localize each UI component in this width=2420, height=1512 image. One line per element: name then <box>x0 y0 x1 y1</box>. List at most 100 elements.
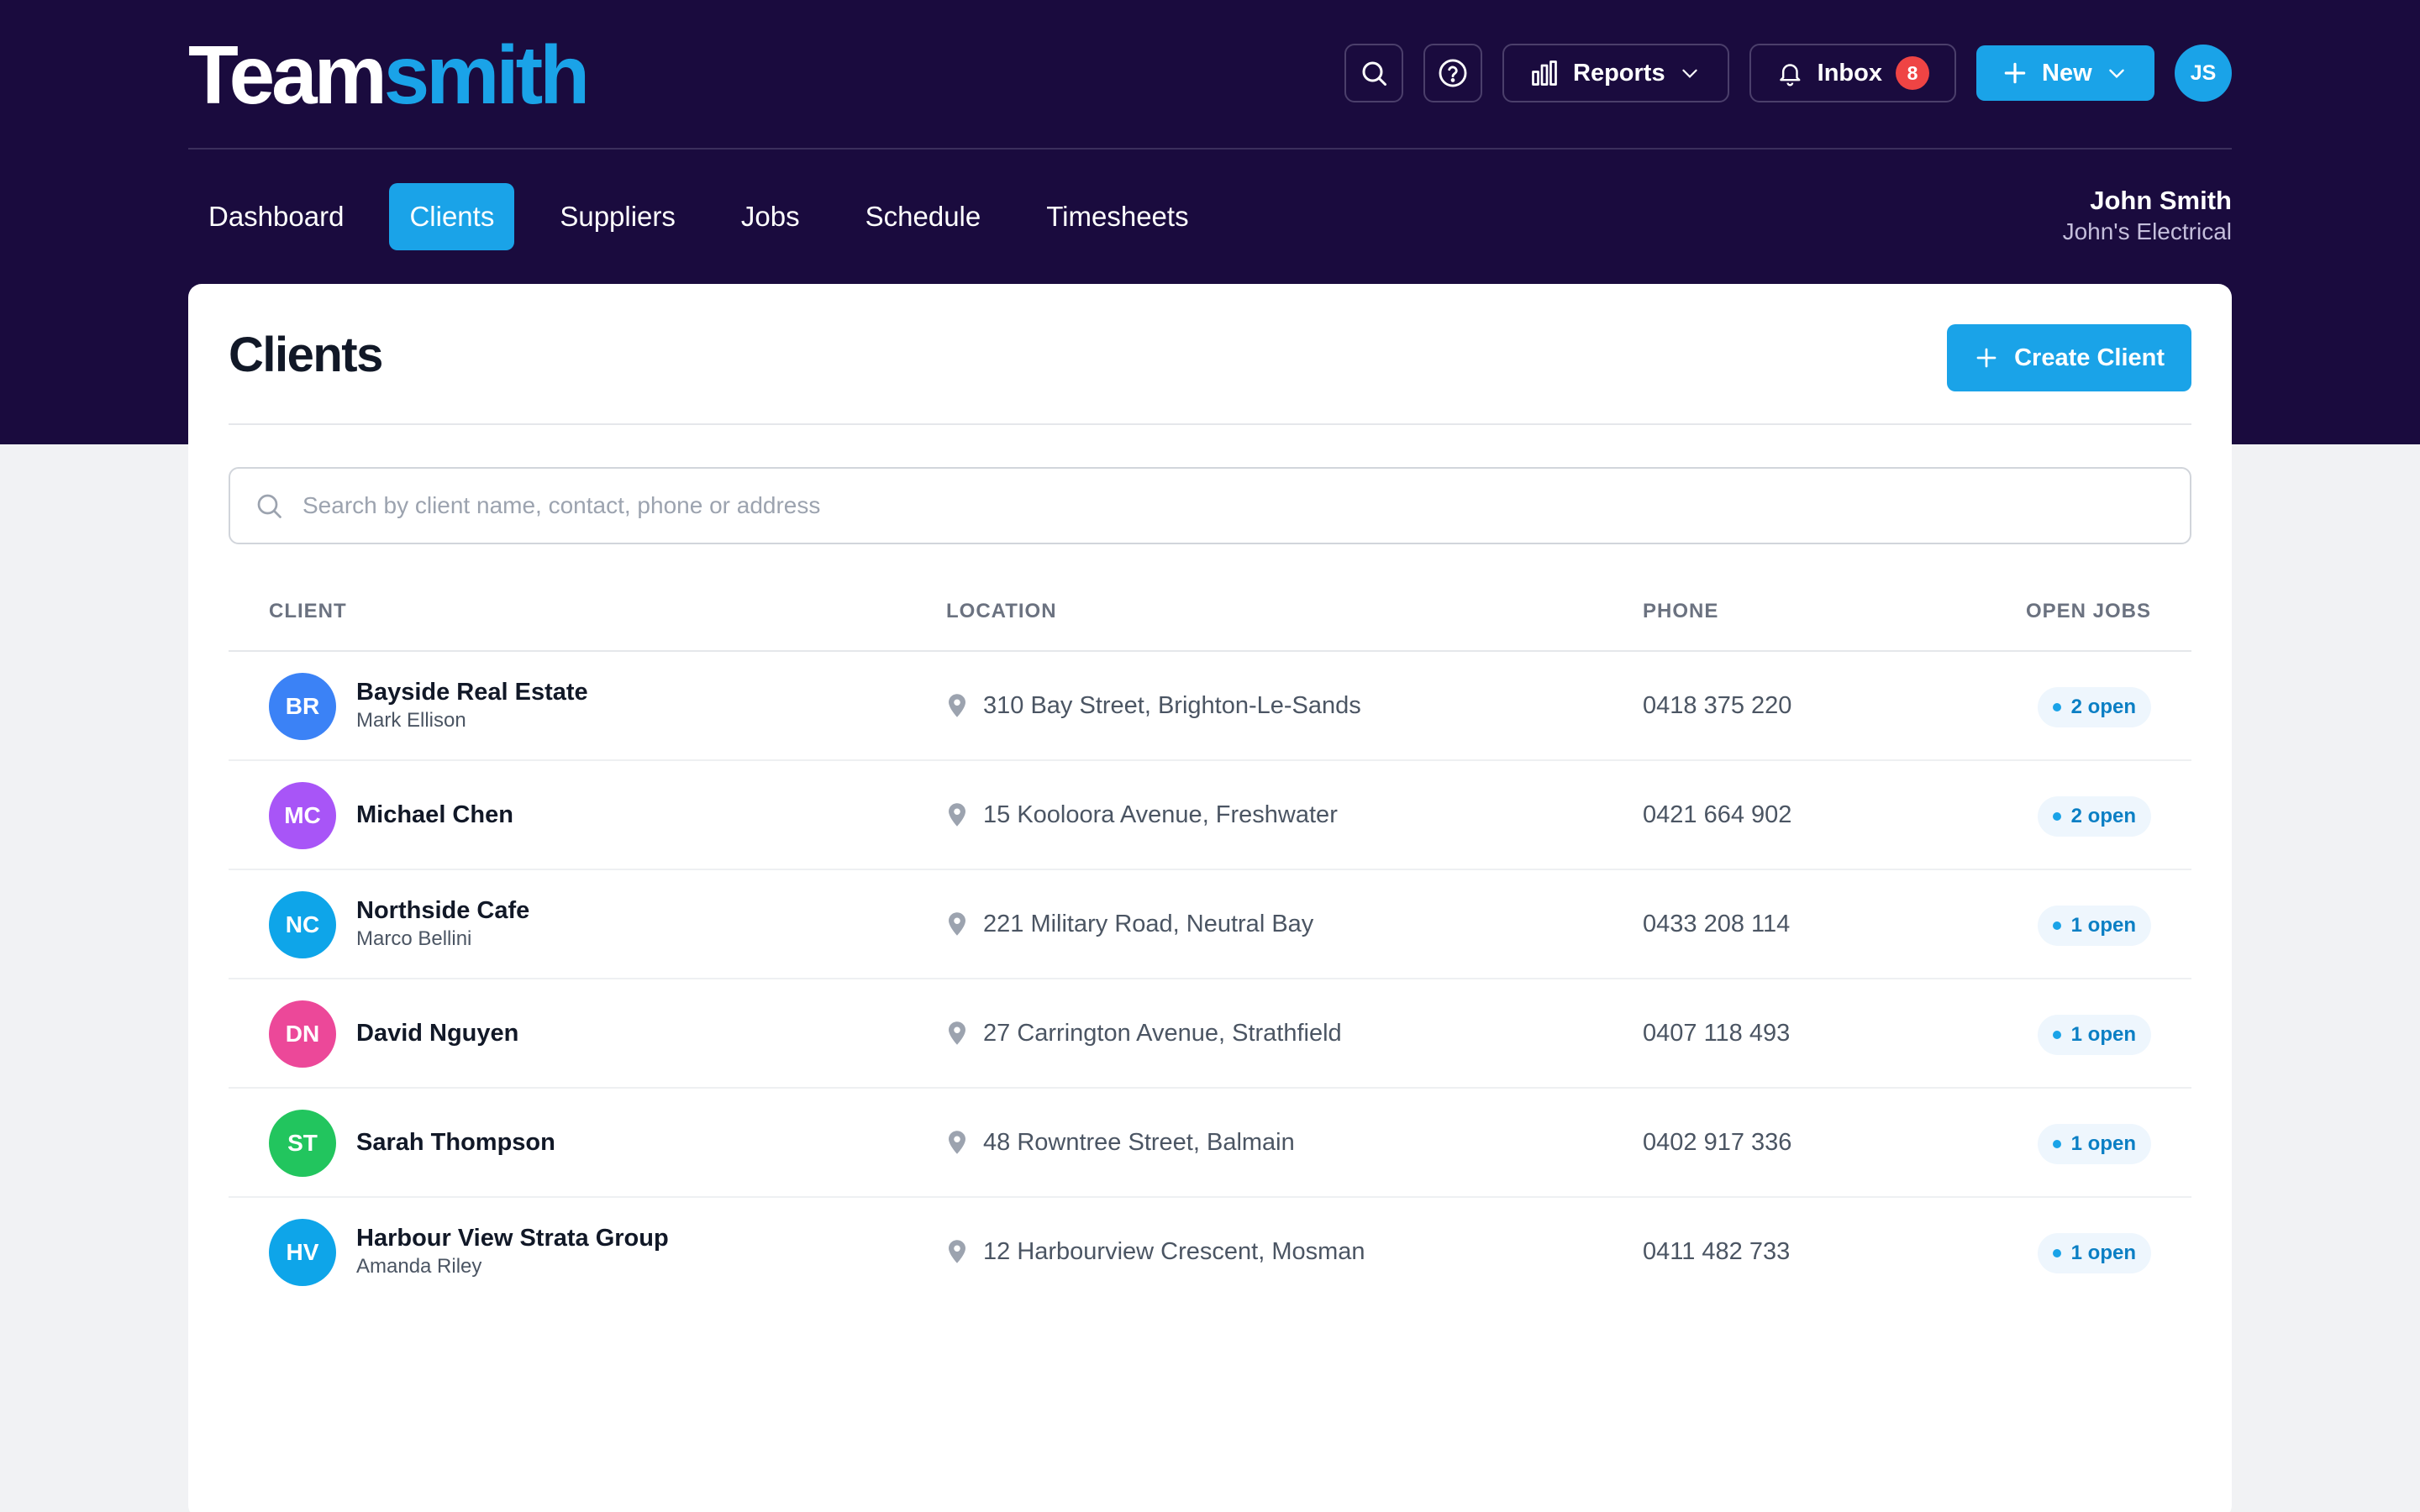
client-phone: 0418 375 220 <box>1643 691 1792 719</box>
clients-table: CLIENT LOCATION PHONE OPEN JOBS BR Baysi… <box>229 570 2191 1307</box>
client-avatar: HV <box>269 1219 336 1286</box>
client-location: 48 Rowntree Street, Balmain <box>983 1128 1295 1156</box>
nav-item-clients[interactable]: Clients <box>389 183 515 250</box>
table-row[interactable]: BR Bayside Real Estate Mark Ellison 310 … <box>229 652 2191 761</box>
clients-card: Clients Create Client CLIENT LOCATION PH… <box>188 284 2232 1512</box>
open-jobs-count: 1 open <box>2070 1132 2136 1155</box>
client-contact: Amanda Riley <box>356 1255 482 1278</box>
status-dot <box>2052 703 2061 711</box>
chevron-down-icon <box>2108 69 2124 79</box>
column-header-phone[interactable]: PHONE <box>1643 600 1718 623</box>
table-row[interactable]: DN David Nguyen 27 Carrington Avenue, St… <box>229 979 2191 1089</box>
client-phone: 0407 118 493 <box>1643 1019 1791 1047</box>
client-name[interactable]: Bayside Real Estate <box>356 677 588 707</box>
client-avatar: BR <box>269 673 336 740</box>
title-divider <box>229 423 2191 425</box>
column-header-open-jobs[interactable]: OPEN JOBS <box>2026 600 2151 623</box>
location-cell: 221 Military Road, Neutral Bay <box>946 870 1313 978</box>
client-location: 27 Carrington Avenue, Strathfield <box>983 1019 1342 1047</box>
map-pin-icon <box>949 1240 965 1263</box>
client-phone: 0411 482 733 <box>1643 1237 1791 1265</box>
nav-item-timesheets[interactable]: Timesheets <box>1026 183 1208 250</box>
logo-primary-text: Team <box>188 29 387 121</box>
user-avatar[interactable]: JS <box>2175 45 2232 102</box>
nav-item-suppliers[interactable]: Suppliers <box>539 183 696 250</box>
bar-chart-icon <box>1532 60 1557 86</box>
location-cell: 48 Rowntree Street, Balmain <box>946 1089 1295 1196</box>
client-avatar: NC <box>269 891 336 958</box>
client-cell: Northside Cafe Marco Bellini <box>356 870 529 978</box>
user-name: John Smith <box>2090 186 2232 215</box>
table-header: CLIENT LOCATION PHONE OPEN JOBS <box>229 570 2191 652</box>
page-title: Clients <box>229 328 383 382</box>
table-row[interactable]: NC Northside Cafe Marco Bellini 221 Mili… <box>229 870 2191 979</box>
client-location: 310 Bay Street, Brighton-Le-Sands <box>983 691 1361 719</box>
open-jobs-count: 1 open <box>2070 1023 2136 1046</box>
client-name[interactable]: Michael Chen <box>356 800 513 830</box>
open-jobs-badge[interactable]: 2 open <box>2037 796 2151 837</box>
reports-button[interactable]: Reports <box>1502 44 1729 102</box>
search-input[interactable] <box>302 480 2166 531</box>
status-dot <box>2052 1031 2061 1039</box>
location-cell: 310 Bay Street, Brighton-Le-Sands <box>946 652 1361 759</box>
plus-icon <box>1976 348 1996 368</box>
client-cell: David Nguyen <box>356 979 518 1087</box>
open-jobs-count: 2 open <box>2070 805 2136 827</box>
nav-item-dashboard[interactable]: Dashboard <box>188 183 364 250</box>
column-header-client[interactable]: CLIENT <box>269 600 347 623</box>
client-name[interactable]: Northside Cafe <box>356 895 529 926</box>
status-dot <box>2052 1140 2061 1148</box>
nav-item-jobs[interactable]: Jobs <box>721 183 820 250</box>
location-cell: 27 Carrington Avenue, Strathfield <box>946 979 1342 1087</box>
table-row[interactable]: MC Michael Chen 15 Kooloora Avenue, Fres… <box>229 761 2191 870</box>
app-logo[interactable]: Teamsmith <box>188 29 590 121</box>
client-phone: 0433 208 114 <box>1643 910 1791 937</box>
client-name[interactable]: Sarah Thompson <box>356 1127 555 1158</box>
new-button[interactable]: New <box>1976 45 2154 101</box>
create-client-label: Create Client <box>2014 344 2165 371</box>
main-nav-row: Dashboard Clients Suppliers Jobs Schedul… <box>188 150 2232 284</box>
user-company: John's Electrical <box>2062 218 2232 244</box>
logo-accent-text: smith <box>383 29 590 121</box>
location-cell: 12 Harbourview Crescent, Mosman <box>946 1198 1365 1305</box>
nav-item-schedule[interactable]: Schedule <box>845 183 1002 250</box>
client-phone: 0402 917 336 <box>1643 1128 1792 1156</box>
client-name[interactable]: David Nguyen <box>356 1018 518 1048</box>
help-icon <box>1439 59 1467 87</box>
help-button[interactable] <box>1423 44 1482 102</box>
client-avatar: ST <box>269 1110 336 1177</box>
client-cell: Harbour View Strata Group Amanda Riley <box>356 1198 669 1305</box>
client-location: 221 Military Road, Neutral Bay <box>983 910 1314 937</box>
bell-icon <box>1780 64 1801 87</box>
location-cell: 15 Kooloora Avenue, Freshwater <box>946 761 1338 869</box>
reports-label: Reports <box>1573 59 1665 87</box>
map-pin-icon <box>949 803 965 827</box>
status-dot <box>2052 812 2061 821</box>
inbox-button[interactable]: Inbox 8 <box>1749 44 1956 102</box>
client-location: 15 Kooloora Avenue, Freshwater <box>983 801 1338 828</box>
open-jobs-badge[interactable]: 1 open <box>2037 1233 2151 1273</box>
client-contact: Mark Ellison <box>356 709 466 732</box>
status-dot <box>2052 921 2061 930</box>
search-icon <box>1362 61 1386 86</box>
client-phone: 0421 664 902 <box>1643 801 1792 828</box>
search-button[interactable] <box>1344 44 1403 102</box>
column-header-location[interactable]: LOCATION <box>946 600 1057 623</box>
search-icon <box>257 494 281 518</box>
open-jobs-badge[interactable]: 1 open <box>2037 1124 2151 1164</box>
client-search[interactable] <box>229 467 2191 544</box>
table-body: BR Bayside Real Estate Mark Ellison 310 … <box>229 652 2191 1307</box>
user-info[interactable]: John Smith John's Electrical <box>2063 185 2232 247</box>
client-avatar: DN <box>269 1000 336 1068</box>
client-name[interactable]: Harbour View Strata Group <box>356 1223 669 1253</box>
table-row[interactable]: HV Harbour View Strata Group Amanda Rile… <box>229 1198 2191 1307</box>
status-dot <box>2052 1249 2061 1257</box>
table-row[interactable]: ST Sarah Thompson 48 Rowntree Street, Ba… <box>229 1089 2191 1198</box>
map-pin-icon <box>949 912 965 936</box>
client-cell: Michael Chen <box>356 761 513 869</box>
create-client-button[interactable]: Create Client <box>1947 324 2191 391</box>
inbox-count-badge: 8 <box>1896 56 1929 90</box>
open-jobs-badge[interactable]: 1 open <box>2037 906 2151 946</box>
open-jobs-badge[interactable]: 2 open <box>2037 687 2151 727</box>
open-jobs-badge[interactable]: 1 open <box>2037 1015 2151 1055</box>
